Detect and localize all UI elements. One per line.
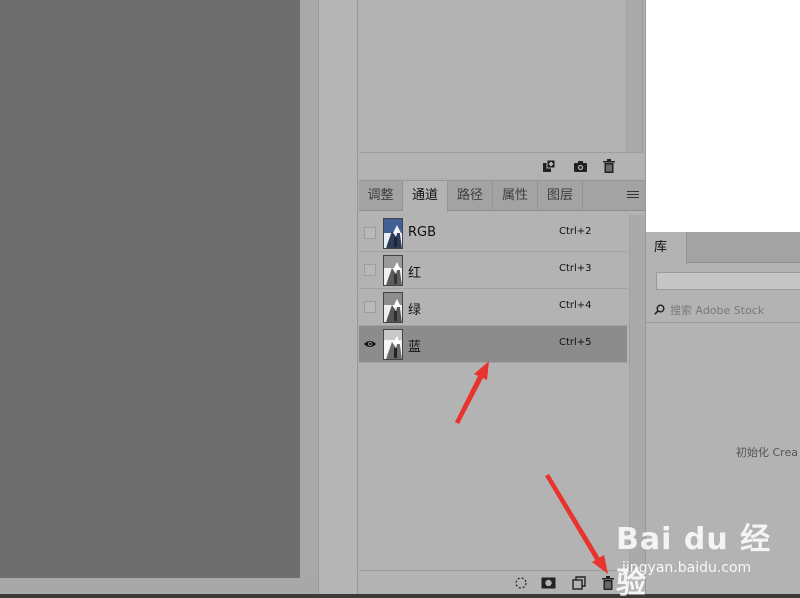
panel-menu-icon[interactable] bbox=[627, 191, 639, 201]
eye-icon[interactable] bbox=[363, 338, 377, 350]
save-selection-icon[interactable] bbox=[540, 575, 556, 591]
history-footer bbox=[359, 152, 643, 178]
channel-shortcut: Ctrl+2 bbox=[559, 226, 592, 237]
tab-layers[interactable]: 图层 bbox=[538, 181, 583, 211]
document-canvas[interactable] bbox=[0, 0, 300, 578]
watermark: Bai du 经验 jingyan.baidu.com bbox=[612, 512, 800, 598]
channel-name: 绿 bbox=[408, 303, 422, 318]
tab-properties[interactable]: 属性 bbox=[493, 181, 538, 211]
tab-library[interactable]: 库 bbox=[646, 232, 687, 264]
library-divider bbox=[646, 322, 800, 323]
tab-channels[interactable]: 通道 bbox=[403, 181, 448, 212]
visibility-toggle[interactable] bbox=[364, 264, 376, 276]
channel-shortcut: Ctrl+3 bbox=[559, 263, 592, 274]
watermark-url: jingyan.baidu.com bbox=[622, 560, 752, 576]
search-icon bbox=[654, 304, 665, 315]
channels-panel: 调整 通道 路径 属性 图层 RGB Ctrl+2 红 Ctrl+3 绿 Ctr… bbox=[359, 180, 645, 595]
history-scrollbar[interactable] bbox=[626, 0, 642, 152]
channel-thumbnail-green bbox=[383, 292, 403, 323]
load-selection-icon[interactable] bbox=[513, 575, 529, 591]
channel-row-green[interactable]: 绿 Ctrl+4 bbox=[359, 289, 627, 326]
new-document-icon[interactable] bbox=[541, 158, 557, 174]
channel-shortcut: Ctrl+4 bbox=[559, 300, 592, 311]
visibility-toggle[interactable] bbox=[364, 227, 376, 239]
tab-adjustments[interactable]: 调整 bbox=[359, 181, 403, 211]
snapshot-camera-icon[interactable] bbox=[572, 158, 588, 174]
channel-name: 红 bbox=[408, 266, 422, 281]
channel-name: RGB bbox=[408, 225, 437, 240]
channel-shortcut: Ctrl+5 bbox=[559, 337, 592, 348]
canvas-horizontal-scrollbar[interactable] bbox=[0, 578, 318, 594]
secondary-document-canvas[interactable] bbox=[645, 0, 800, 232]
history-panel bbox=[359, 0, 643, 178]
visibility-toggle[interactable] bbox=[364, 301, 376, 313]
library-status-text: 初始化 Crea bbox=[736, 446, 798, 459]
channel-row-rgb[interactable]: RGB Ctrl+2 bbox=[359, 215, 627, 252]
library-tabbar: 库 bbox=[646, 232, 800, 264]
channels-footer bbox=[359, 570, 645, 595]
channel-thumbnail-blue bbox=[383, 329, 403, 360]
channel-thumbnail-red bbox=[383, 255, 403, 286]
panel-dock-strip bbox=[318, 0, 358, 594]
channel-thumbnail-rgb bbox=[383, 218, 403, 249]
library-select-field[interactable] bbox=[656, 272, 800, 290]
search-input[interactable]: 搜索 Adobe Stock bbox=[670, 302, 764, 318]
canvas-vertical-scrollbar[interactable] bbox=[300, 0, 318, 578]
new-channel-icon[interactable] bbox=[571, 575, 587, 591]
channel-list: RGB Ctrl+2 红 Ctrl+3 绿 Ctrl+4 蓝 Ctrl+5 bbox=[359, 215, 627, 363]
channel-row-blue[interactable]: 蓝 Ctrl+5 bbox=[359, 326, 627, 363]
delete-icon[interactable] bbox=[601, 158, 617, 174]
panel-tabbar: 调整 通道 路径 属性 图层 bbox=[359, 181, 645, 212]
library-search[interactable]: 搜索 Adobe Stock bbox=[654, 302, 800, 318]
tab-paths[interactable]: 路径 bbox=[448, 181, 493, 211]
channel-row-red[interactable]: 红 Ctrl+3 bbox=[359, 252, 627, 289]
channel-name: 蓝 bbox=[408, 340, 422, 355]
watermark-logo-text: Bai du 经验 bbox=[616, 522, 772, 598]
